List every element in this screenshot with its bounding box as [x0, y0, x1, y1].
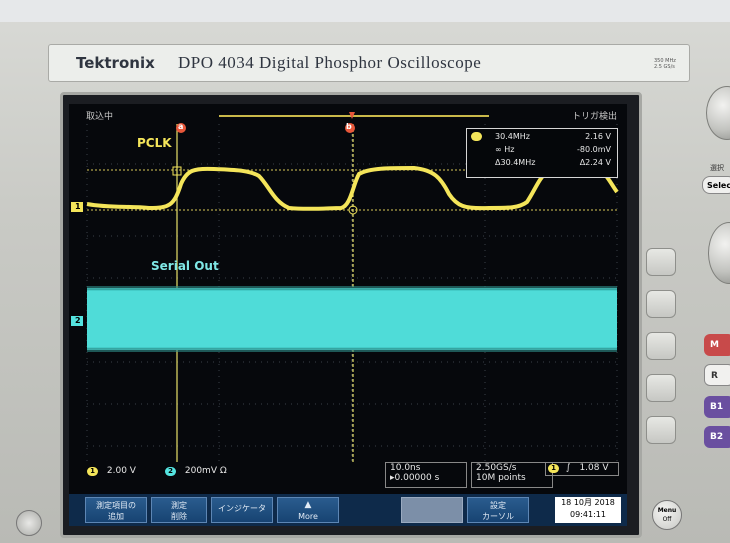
softkey-cursor-line1: 設定 [490, 501, 506, 510]
select-label: 選択 [710, 164, 724, 172]
side-menu-button-3[interactable] [646, 332, 676, 360]
background-wall [0, 0, 730, 22]
serial-out-label: Serial Out [151, 259, 219, 273]
softkey-add-measurement-line2: 追加 [108, 512, 124, 521]
ch2-scale: 200mV Ω [184, 466, 227, 476]
ch2-marker-label: 2 [75, 316, 81, 325]
select-button[interactable]: Select [702, 176, 730, 194]
time-value: 09:41:11 [570, 510, 606, 519]
side-menu-button-5[interactable] [646, 416, 676, 444]
ch2-badge: 2 [165, 467, 176, 476]
timebase-readout[interactable]: 10.0ns ▸0.00000 s [385, 462, 467, 488]
model-description: Digital Phosphor Oscilloscope [259, 53, 482, 72]
readout-delta-volt: Δ2.24 V [579, 158, 611, 167]
trigger-channel-badge: 1 [548, 464, 559, 473]
cursor-readout: 30.4MHz 2.16 V ∞ Hz -80.0mV Δ30.4MHz Δ2.… [466, 128, 618, 178]
readout-row-a: 30.4MHz 2.16 V [471, 132, 615, 143]
math-button[interactable]: M [704, 334, 730, 356]
scope-display: 取込中 トリガ検出 1 2 a b PCLK Serial Out 30.4MH… [69, 104, 627, 526]
bus-b1-button[interactable]: B1 [704, 396, 730, 418]
readout-freq-b: ∞ Hz [495, 145, 515, 154]
spec-label: 350 MHz 2.5 GS/s [654, 58, 676, 70]
softkey-add-measurement[interactable]: 測定項目の 追加 [85, 497, 147, 523]
ch1-scale-readout[interactable]: 1 2.00 V [87, 466, 136, 476]
softkey-cursor-line2: カーソル [482, 512, 514, 521]
trigger-level: 1.08 V [579, 463, 609, 473]
ch1-marker-label: 1 [75, 202, 81, 211]
usb-port-cover [16, 510, 42, 536]
cursor-b-label: b [346, 122, 352, 131]
off-label: Off [662, 516, 672, 523]
spec-sample-rate: 2.5 GS/s [654, 64, 675, 70]
softkey-indicator[interactable]: インジケータ [211, 497, 273, 523]
bus-b2-button[interactable]: B2 [704, 426, 730, 448]
delay-value: ▸0.00000 s [390, 473, 440, 483]
status-bar: 1 2.00 V 2 200mV Ω 10.0ns ▸0.00000 s 2.5… [69, 462, 627, 490]
reference-button[interactable]: R [704, 364, 730, 386]
model-title: DPO 4034 Digital Phosphor Oscilloscope [178, 53, 481, 73]
side-menu-button-1[interactable] [646, 248, 676, 276]
readout-ch1-badge [471, 132, 482, 141]
readout-volt-b: -80.0mV [577, 145, 611, 154]
model-number: DPO 4034 [178, 53, 255, 72]
softkey-delete-line1: 測定 [171, 501, 187, 510]
softkey-more[interactable]: ▲ More [277, 497, 339, 523]
pclk-label: PCLK [137, 136, 172, 150]
datetime-display: 18 10月 2018 09:41:11 [555, 497, 621, 523]
up-arrow-icon: ▲ [304, 500, 312, 510]
softkey-add-measurement-line1: 測定項目の [96, 501, 136, 510]
ch1-scale: 2.00 V [106, 466, 136, 476]
ch1-badge: 1 [87, 467, 98, 476]
readout-row-b: ∞ Hz -80.0mV [471, 145, 615, 156]
trigger-readout[interactable]: 1 ∫ 1.08 V [545, 462, 619, 476]
softkey-delete-line2: 削除 [171, 512, 187, 521]
softkey-cursor-settings[interactable]: 設定 カーソル [467, 497, 529, 523]
side-menu-button-2[interactable] [646, 290, 676, 318]
acquisition-readout[interactable]: 2.50GS/s 10M points [471, 462, 553, 488]
side-menu-button-4[interactable] [646, 374, 676, 402]
softkey-disabled [401, 497, 463, 523]
ch2-scale-readout[interactable]: 2 200mV Ω [165, 466, 227, 476]
menu-off-button[interactable]: Menu Off [652, 500, 682, 530]
softkey-more-label: More [298, 512, 318, 521]
softkey-bar: 測定項目の 追加 測定 削除 インジケータ ▲ More 設定 カーソル 18 … [69, 494, 627, 526]
readout-row-delta: Δ30.4MHz Δ2.24 V [471, 158, 615, 169]
date-value: 18 10月 2018 [561, 498, 615, 507]
menu-label: Menu [657, 507, 677, 514]
timebase-value: 10.0ns [390, 463, 421, 473]
softkey-delete-measurement[interactable]: 測定 削除 [151, 497, 207, 523]
readout-delta-freq: Δ30.4MHz [495, 158, 536, 167]
readout-freq-a: 30.4MHz [495, 132, 530, 141]
cursor-a-label: a [178, 122, 184, 131]
record-length-value: 10M points [476, 473, 526, 483]
serial-out-waveform [87, 288, 617, 350]
sample-rate-value: 2.50GS/s [476, 463, 517, 473]
brand-logo: Tektronix [76, 54, 155, 72]
trigger-slope: ∫ [565, 463, 571, 473]
readout-volt-a: 2.16 V [585, 132, 611, 141]
